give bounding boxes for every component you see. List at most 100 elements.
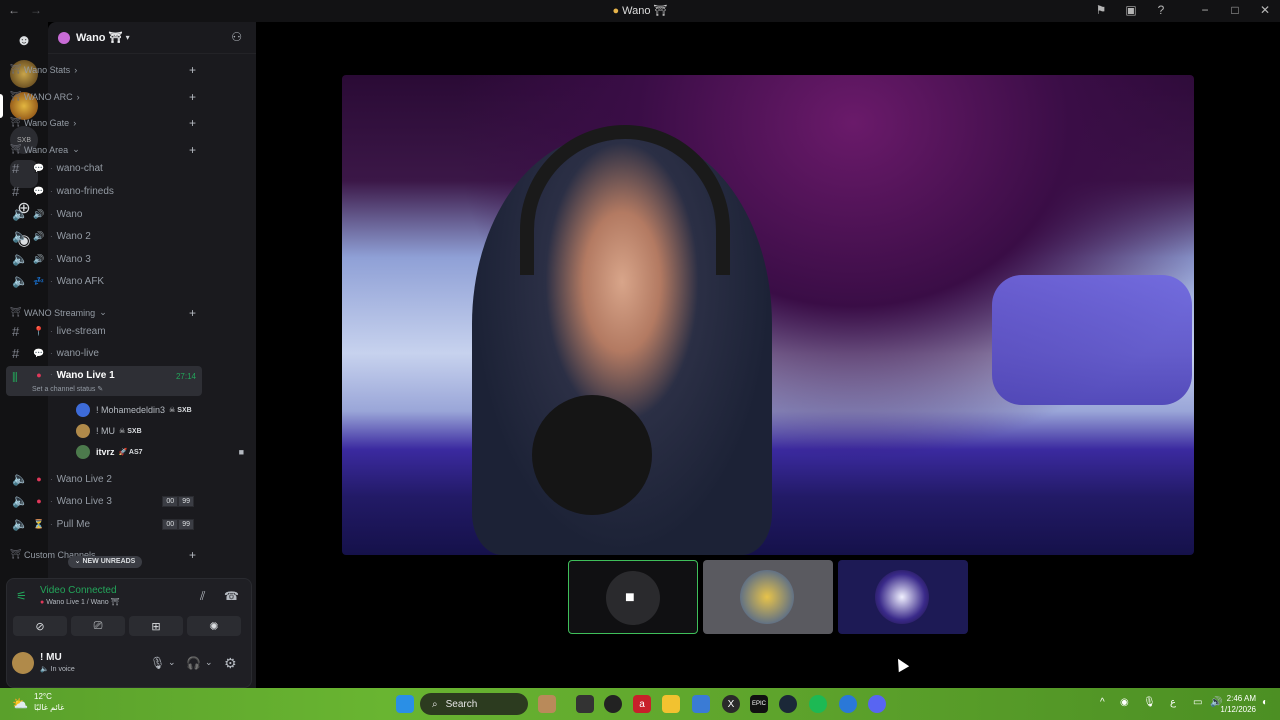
category-wano-area[interactable]: ⛩ Wano Area ⌄ + [10,143,200,157]
channel-live-stream[interactable]: # 📍 · live-stream [6,321,202,341]
user-limit: 00 99 [162,519,194,530]
task-view-icon[interactable] [576,695,594,713]
discord-icon[interactable] [868,695,886,713]
maximize-icon[interactable]: □ [1228,3,1242,17]
chrome-icon[interactable] [839,695,857,713]
activities-button[interactable]: ⊞ [129,616,183,636]
torii-icon: ⛩ [10,64,22,74]
invite-people-icon[interactable]: ⚇ [231,30,242,44]
close-icon[interactable]: ✕ [1258,3,1272,17]
adobe-icon[interactable]: a [633,695,651,713]
taskbar-search[interactable]: ⌕ Search [420,693,528,715]
channel-status-hint[interactable]: Set a channel status ✎ [32,385,103,393]
language-indicator[interactable]: ع [1170,697,1176,708]
inbox-icon[interactable]: ▣ [1124,3,1138,17]
clock[interactable]: 2:46 AM 1/12/2026 [1220,693,1256,715]
channel-wano-live-3[interactable]: 🔈 ● · Wano Live 3 00 99 [6,491,202,511]
participant-tile-self[interactable]: ■ [568,560,698,634]
minimize-icon[interactable]: − [1198,3,1212,17]
voice-location-text: Wano Live 1 / Wano ⛩ [46,599,120,606]
channel-status-text: Set a channel status [32,386,96,393]
disconnect-icon[interactable]: ☎ [224,589,239,603]
hashtag-icon: # [12,345,20,361]
channel-wano-live-2[interactable]: 🔈 ● · Wano Live 2 [6,469,202,489]
discord-home-icon[interactable]: ☻ [10,26,38,54]
notification-icon[interactable]: ◐ [1262,697,1268,708]
search-highlight-icon[interactable] [538,695,556,713]
chevron-right-icon: › [73,117,77,128]
hashtag-icon: # [12,323,20,339]
channel-wano-2[interactable]: 🔈 🔊 · Wano 2 [6,226,202,246]
category-wano-gate[interactable]: ⛩ Wano Gate › + [10,116,200,130]
file-explorer-icon[interactable] [662,695,680,713]
add-channel-icon[interactable]: + [189,116,196,130]
chevron-down-icon[interactable]: ⌄ [205,657,213,668]
add-channel-icon[interactable]: + [189,143,196,157]
headphones-icon[interactable]: 🎧 [186,656,201,670]
add-channel-icon[interactable]: + [189,548,196,562]
chevron-down-icon[interactable]: ⌄ [168,657,176,668]
participant-tile-3[interactable] [838,560,968,634]
soundboard-button[interactable]: ✺ [187,616,241,636]
signal-icon: ⚟ [16,589,27,603]
video-background-chair [992,275,1192,405]
channel-wano-3[interactable]: 🔈 🔊 · Wano 3 [6,249,202,269]
voice-user-name: itvrz [96,447,115,457]
screen-share-button[interactable]: ⎚ [71,616,125,636]
avatar[interactable] [12,652,34,674]
voice-user-mohamedeldin3[interactable]: ! Mohamedeldin3 ☠ SXB [76,401,192,419]
help-icon[interactable]: ? [1154,3,1168,17]
camera-off-button[interactable]: ⊘ [13,616,67,636]
voice-user-itvrz[interactable]: itvrz 🚀 AS7 ■ [76,443,244,461]
voice-user-mu[interactable]: ! MU ☠ SXB [76,422,142,440]
microphone-tray-icon[interactable]: 🎙 [1143,697,1156,708]
start-icon[interactable] [396,695,414,713]
category-wano-stats[interactable]: ⛩ Wano Stats › + [10,63,200,77]
microphone-icon[interactable]: 🎙 [150,656,165,670]
settings-gear-icon[interactable]: ⚙ [224,655,237,672]
store-icon[interactable] [692,695,710,713]
steam-icon[interactable] [779,695,797,713]
show-hidden-icons-icon[interactable]: ^ [1100,697,1105,708]
red-circle-icon: ● [40,599,45,606]
add-channel-icon[interactable]: + [189,63,196,77]
server-header[interactable]: Wano ⛩ ▾ ⚇ [48,22,256,54]
user-count: 00 [162,519,179,530]
chevron-right-icon: › [76,91,80,102]
add-channel-icon[interactable]: + [189,90,196,104]
torii-icon: ⛩ [10,91,22,101]
category-wano-streaming[interactable]: ⛩ WANO Streaming ⌄ + [10,306,200,320]
channel-pull-me[interactable]: 🔈 ⏳ · Pull Me 00 99 [6,514,202,534]
channel-wano-frineds[interactable]: # 💬 · wano-frineds [6,181,202,201]
category-wano-arc[interactable]: ⛩ WANO ARC › + [10,90,200,104]
network-icon[interactable]: ▭ [1193,697,1202,708]
xbox-icon[interactable]: X [722,695,740,713]
voice-location[interactable]: ● Wano Live 1 / Wano ⛩ [40,598,120,606]
channel-label: wano-frineds [56,185,114,197]
app-tray-icon[interactable]: ◉ [1120,697,1129,708]
obs-icon[interactable] [604,695,622,713]
red-circle-icon: ● [36,474,42,484]
noise-suppression-icon[interactable]: ⫽ [200,589,205,604]
chevron-down-icon: ⌄ [72,144,80,154]
spotify-icon[interactable] [809,695,827,713]
category-label: Wano Stats [24,64,71,75]
main-video-stream[interactable] [342,75,1194,555]
participant-tile-2[interactable] [703,560,833,634]
channel-wano-live[interactable]: # 💬 · wano-live [6,343,202,363]
channel-wano-live-1[interactable]: ⦀ ● · Wano Live 1 27:14 Set a channel sta… [6,366,202,396]
server-selected-pill [0,94,3,118]
pin-icon: 📍 [33,325,45,336]
epic-games-icon[interactable]: EPIC [750,695,768,713]
channel-wano-chat[interactable]: # 💬 · wano-chat [6,158,202,178]
channel-label: Wano AFK [56,275,105,287]
voice-status[interactable]: Video Connected [40,585,117,596]
my-username: ! MU [40,652,62,663]
weather-widget[interactable]: 12°C غائم غالبًا [34,691,64,713]
pencil-icon: ✎ [97,386,104,393]
flag-icon[interactable]: ⚑ [1094,3,1108,17]
add-channel-icon[interactable]: + [189,306,196,320]
channel-wano[interactable]: 🔈 🔊 · Wano [6,204,202,224]
channel-wano-afk[interactable]: 🔈 💤 · Wano AFK [6,271,202,291]
new-unreads-pill[interactable]: ⌄ NEW UNREADS [68,556,142,568]
